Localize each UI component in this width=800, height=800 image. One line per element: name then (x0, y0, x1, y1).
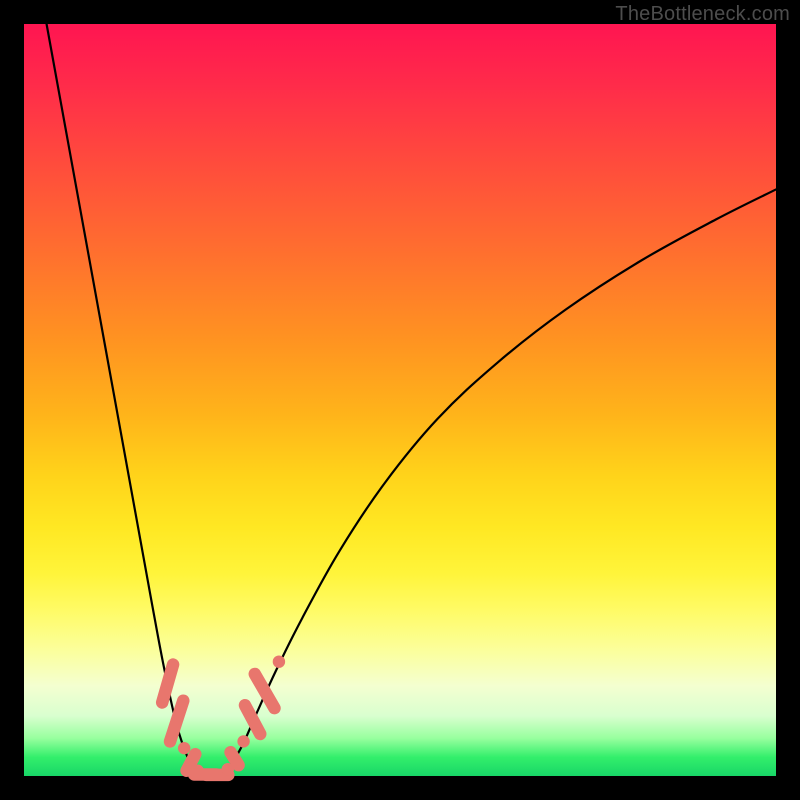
curve-left-branch (47, 24, 203, 774)
bead-marker (237, 735, 249, 747)
bead-marker (178, 742, 190, 754)
bead-marker (237, 697, 269, 743)
curve-group (47, 24, 776, 776)
watermark-text: TheBottleneck.com (615, 3, 790, 26)
bead-marker (273, 655, 285, 667)
bead-markers (154, 655, 285, 781)
curve-right-branch (222, 189, 776, 774)
outer-frame: TheBottleneck.com (0, 0, 800, 800)
plot-area (24, 24, 776, 776)
chart-svg (24, 24, 776, 776)
